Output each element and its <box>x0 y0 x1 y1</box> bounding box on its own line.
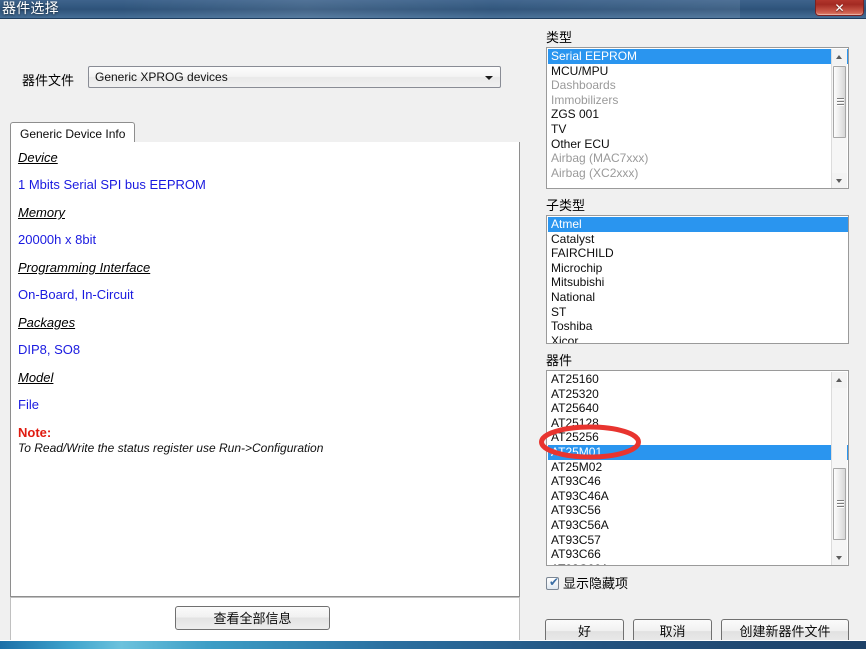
device-listbox[interactable]: AT25160 AT25320 AT25640 AT25128 AT25256 AT25M… <box>546 370 849 566</box>
close-icon: ✕ <box>834 1 845 15</box>
title-bar: 器件选择 ✕ <box>0 0 866 19</box>
device-list-item[interactable]: AT25128 <box>548 416 848 431</box>
type-list-item[interactable]: Other ECU <box>548 137 848 152</box>
info-heading-packages: Packages <box>18 315 76 330</box>
scroll-up-icon[interactable] <box>832 49 847 65</box>
device-list-item[interactable]: AT93C56A <box>548 518 848 533</box>
device-list-items: AT25160 AT25320 AT25640 AT25128 AT25256 AT25M… <box>548 372 848 565</box>
info-value-memory: 20000h x 8bit <box>18 232 97 247</box>
device-list-item[interactable]: AT25160 <box>548 372 848 387</box>
scrollbar-thumb[interactable] <box>833 468 846 540</box>
device-info-panel: Device 1 Mbits Serial SPI bus EEPROM Mem… <box>10 142 520 597</box>
info-heading-memory: Memory <box>18 205 65 220</box>
type-list-scrollbar[interactable] <box>831 49 847 188</box>
type-list-items: Serial EEPROM MCU/MPU Dashboards Immobilize… <box>548 49 848 180</box>
device-list-item[interactable]: AT93C57 <box>548 533 848 548</box>
subtype-listbox[interactable]: Atmel Catalyst FAIRCHILD Microchip Mitsubish… <box>546 215 849 344</box>
close-button[interactable]: ✕ <box>815 0 864 16</box>
type-list-item[interactable]: Serial EEPROM <box>548 49 848 64</box>
device-file-label: 器件文件 <box>22 73 75 88</box>
type-list-item[interactable]: Airbag (XC2xxx) <box>548 166 848 181</box>
client-area: 器件文件 Generic XPROG devices Generic Devic… <box>0 19 866 640</box>
create-new-device-file-button[interactable]: 创建新器件文件 <box>721 619 849 640</box>
view-all-info-button[interactable]: 查看全部信息 <box>175 606 330 630</box>
scrollbar-grip-icon <box>837 98 844 106</box>
note-label: Note: <box>18 425 52 440</box>
scrollbar-thumb[interactable] <box>833 66 846 138</box>
device-list-item[interactable]: AT93C46 <box>548 474 848 489</box>
device-list-item[interactable]: AT25256 <box>548 430 848 445</box>
left-footer-panel: 查看全部信息 <box>10 597 520 640</box>
show-hidden-label: 显示隐藏项 <box>563 576 629 591</box>
type-list-item[interactable]: MCU/MPU <box>548 64 848 79</box>
device-group-title: 器件 <box>546 353 573 368</box>
subtype-list-item[interactable]: Mitsubishi <box>548 275 848 290</box>
subtype-list-item[interactable]: National <box>548 290 848 305</box>
subtype-list-item[interactable]: Xicor <box>548 334 848 343</box>
device-list-item[interactable]: AT25M01 <box>548 444 848 460</box>
type-listbox[interactable]: Serial EEPROM MCU/MPU Dashboards Immobilize… <box>546 47 849 189</box>
scroll-down-icon[interactable] <box>832 550 847 565</box>
ok-button[interactable]: 好 <box>545 619 624 640</box>
subtype-group-title: 子类型 <box>546 198 586 213</box>
subtype-list-item[interactable]: Atmel <box>548 217 848 232</box>
type-group-title: 类型 <box>546 30 573 45</box>
device-list-item[interactable]: AT93C56 <box>548 503 848 518</box>
note-text: To Read/Write the status register use Ru… <box>18 441 324 455</box>
device-file-dropdown[interactable]: Generic XPROG devices <box>88 66 501 88</box>
subtype-list-item[interactable]: Toshiba <box>548 319 848 334</box>
scrollbar-grip-icon <box>837 500 844 508</box>
device-list-item[interactable]: AT93C66A <box>548 562 848 565</box>
checkmark-icon: ✔ <box>549 575 560 589</box>
device-list-item[interactable]: AT93C46A <box>548 489 848 504</box>
tab-strip: Generic Device Info <box>10 122 520 143</box>
device-list-item[interactable]: AT93C66 <box>548 547 848 562</box>
subtype-list-item[interactable]: Microchip <box>548 261 848 276</box>
window-title: 器件选择 <box>2 0 59 16</box>
cancel-button[interactable]: 取消 <box>633 619 712 640</box>
chevron-down-icon <box>485 76 493 80</box>
device-list-item[interactable]: AT25320 <box>548 387 848 402</box>
subtype-list-item[interactable]: Catalyst <box>548 232 848 247</box>
scroll-up-icon[interactable] <box>832 372 847 388</box>
device-list-item[interactable]: AT25M02 <box>548 460 848 475</box>
info-value-model: File <box>18 397 39 412</box>
titlebar-sheen <box>120 0 740 18</box>
device-info-list: Device 1 Mbits Serial SPI bus EEPROM Mem… <box>18 150 513 456</box>
device-list-scrollbar[interactable] <box>831 372 847 565</box>
type-list-item[interactable]: Dashboards <box>548 78 848 93</box>
device-file-value: Generic XPROG devices <box>95 70 228 84</box>
subtype-list-item[interactable]: FAIRCHILD <box>548 246 848 261</box>
info-value-packages: DIP8, SO8 <box>18 342 81 357</box>
type-list-item[interactable]: Airbag (MAC7xxx) <box>548 151 848 166</box>
scroll-down-icon[interactable] <box>832 173 847 188</box>
device-list-item[interactable]: AT25640 <box>548 401 848 416</box>
subtype-list-item[interactable]: ST <box>548 305 848 320</box>
info-value-prog-if: On-Board, In-Circuit <box>18 287 134 302</box>
info-value-device: 1 Mbits Serial SPI bus EEPROM <box>18 177 206 192</box>
info-heading-device: Device <box>18 150 58 165</box>
type-list-item[interactable]: ZGS 001 <box>548 107 848 122</box>
type-list-item[interactable]: TV <box>548 122 848 137</box>
subtype-list-items: Atmel Catalyst FAIRCHILD Microchip Mitsubish… <box>548 217 848 343</box>
tab-generic-device-info[interactable]: Generic Device Info <box>10 122 136 143</box>
type-list-item[interactable]: Immobilizers <box>548 93 848 108</box>
info-heading-model: Model <box>18 370 54 385</box>
info-heading-prog-if: Programming Interface <box>18 260 151 275</box>
device-selection-window: 器件选择 ✕ 器件文件 Generic XPROG devices Generi… <box>0 0 866 640</box>
show-hidden-checkbox[interactable]: ✔ <box>546 575 560 590</box>
